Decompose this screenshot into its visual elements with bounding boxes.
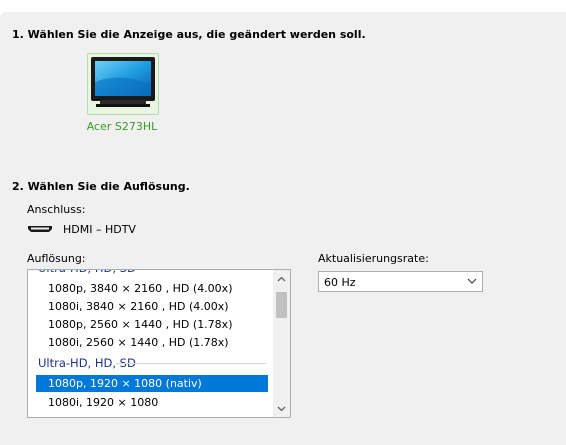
group-divider: [116, 363, 266, 364]
step2-heading: 2. Wählen Sie die Auflösung.: [12, 180, 190, 193]
display-tile[interactable]: [87, 53, 159, 115]
chevron-down-icon: [467, 278, 477, 284]
listbox-scrollbar[interactable]: [273, 270, 290, 417]
chevron-down-icon: [277, 406, 286, 411]
list-item[interactable]: 1080p, 2560 × 1440 , HD (1.78x): [36, 316, 268, 333]
list-item[interactable]: 1080i, 1920 × 1080: [36, 394, 268, 411]
list-item[interactable]: 1080p, 3840 × 2160 , HD (4.00x): [36, 280, 268, 297]
list-item-selected[interactable]: 1080p, 1920 × 1080 (nativ): [36, 375, 268, 392]
chevron-up-icon: [277, 276, 286, 281]
list-item[interactable]: 1080i, 2560 × 1440 , HD (1.78x): [36, 334, 268, 351]
hdmi-icon: [28, 226, 52, 232]
scroll-up-button[interactable]: [273, 270, 290, 287]
resolution-label: Auflösung:: [27, 252, 86, 265]
step1-heading: 1. Wählen Sie die Anzeige aus, die geänd…: [12, 28, 366, 41]
list-item[interactable]: 1080i, 3840 × 2160 , HD (4.00x): [36, 298, 268, 315]
display-name: Acer S273HL: [86, 120, 158, 133]
list-group-header: Ultra-HD, HD, SD: [38, 270, 266, 277]
resolution-listbox[interactable]: Ultra-HD, HD, SD 1080p, 3840 × 2160 , HD…: [27, 269, 291, 418]
refresh-rate-dropdown[interactable]: 60 Hz: [318, 271, 483, 292]
connection-value: HDMI – HDTV: [63, 223, 136, 236]
list-group-header: Ultra-HD, HD, SD: [38, 354, 266, 372]
connection-label: Anschluss:: [27, 203, 86, 216]
scroll-down-button[interactable]: [273, 400, 290, 417]
refresh-rate-label: Aktualisierungsrate:: [318, 252, 429, 265]
monitor-icon: [91, 57, 155, 107]
scrollbar-thumb[interactable]: [276, 292, 287, 318]
refresh-rate-value: 60 Hz: [324, 276, 356, 289]
